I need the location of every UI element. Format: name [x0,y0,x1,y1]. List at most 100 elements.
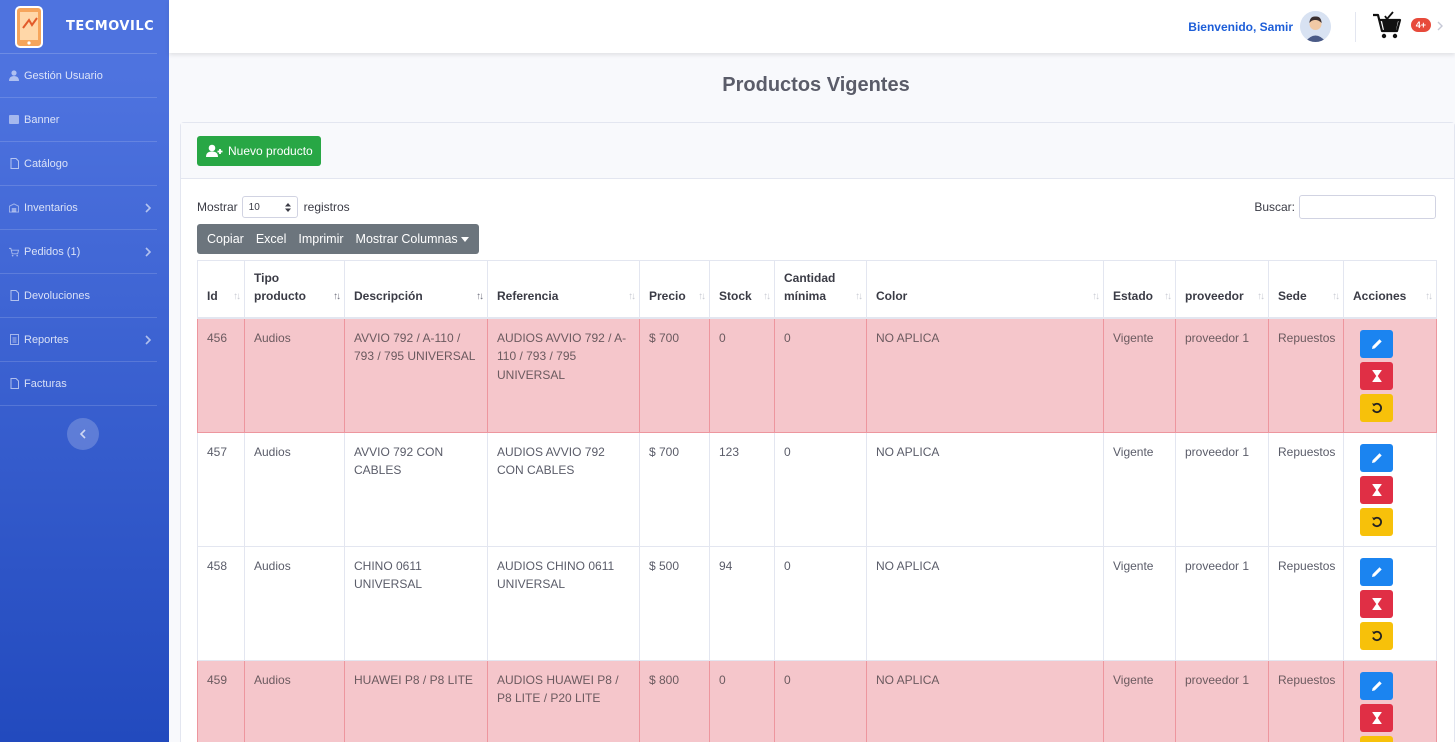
column-header-label: Descripción [354,288,423,303]
deactivate-button[interactable] [1360,361,1393,390]
table-cell: Vigente [1103,431,1176,547]
actions-cell [1343,545,1437,661]
sort-icon: ↑↓ [1332,290,1340,302]
deactivate-button[interactable] [1360,475,1393,504]
sort-icon: ↑↓ [855,290,863,302]
report-icon [9,334,19,345]
column-header-label: Stock [719,288,752,303]
restore-button[interactable] [1360,507,1393,536]
column-header[interactable]: Descripción ↑↓ [344,260,488,319]
cart-icon[interactable] [1371,10,1403,42]
column-header[interactable]: proveedor ↑↓ [1175,260,1269,319]
table-cell: 458 [197,545,245,661]
sidebar-item-devoluciones[interactable]: Devoluciones [0,274,157,318]
page-length-select[interactable]: 10 [241,196,298,218]
restore-button[interactable] [1360,735,1393,742]
table-cell: 0 [709,317,775,433]
show-columns-label: Mostrar Columnas [355,232,458,246]
sidebar-item-catálogo[interactable]: Catálogo [0,142,157,186]
table-cell: 123 [709,431,775,547]
column-header-label: mínima [784,288,827,303]
sort-icon: ↑↓ [1425,290,1433,302]
undo-icon [1371,402,1383,414]
column-header[interactable]: Id ↑↓ [197,260,245,319]
print-button[interactable]: Imprimir [292,232,349,246]
column-header[interactable]: Cantidad mínima ↑↓ [774,260,867,319]
copy-button[interactable]: Copiar [201,232,250,246]
brand-logo-icon [14,5,46,48]
sort-icon: ↑↓ [698,290,706,302]
undo-icon [1371,516,1383,528]
table-header-row: Id ↑↓ Tipo producto ↑↓ Descripción ↑↓ Referenci… [197,260,1437,319]
table-cell: 457 [197,431,245,547]
records-label: registros [303,200,350,214]
topbar-divider [1355,12,1356,42]
deactivate-button[interactable] [1360,589,1393,618]
products-table: Id ↑↓ Tipo producto ↑↓ Descripción ↑↓ Referenci… [197,260,1437,742]
sidebar-item-reportes[interactable]: Reportes [0,318,157,362]
column-header[interactable]: Acciones ↑↓ [1343,260,1437,319]
column-header-label-top: Tipo [254,270,280,285]
table-cell: 0 [774,545,867,661]
brand[interactable]: TECMOVILC [0,0,157,54]
table-cell: 459 [197,659,245,742]
excel-button[interactable]: Excel [250,232,293,246]
column-header[interactable]: Referencia ↑↓ [487,260,640,319]
warehouse-icon [9,202,19,213]
deactivate-button[interactable] [1360,703,1393,732]
column-header[interactable]: Sede ↑↓ [1268,260,1344,319]
sort-icon: ↑↓ [628,290,636,302]
welcome-text[interactable]: Bienvenido, Samir [1188,20,1293,34]
edit-button[interactable] [1360,671,1393,700]
column-header-label: Color [876,288,908,303]
table-row: 458 Audios CHINO 0611 UNIVERSAL AUDIOS CHIN… [197,545,1437,661]
column-header[interactable]: Color ↑↓ [866,260,1104,319]
cart-count-badge: 4+ [1410,18,1431,32]
hourglass-icon [1371,597,1382,610]
chevron-right-icon [143,334,153,345]
search-input[interactable] [1299,195,1436,219]
new-product-button[interactable]: Nuevo producto [197,136,321,166]
new-product-label: Nuevo producto [228,144,313,158]
sidebar-item-label: Inventarios [24,201,78,214]
sidebar-item-pedidos-1[interactable]: Pedidos (1) [0,230,157,274]
column-header-label: Precio [649,288,686,303]
user-avatar[interactable] [1300,11,1331,42]
topbar: Bienvenido, Samir 4+ [169,0,1455,53]
chevron-right-icon[interactable] [1436,20,1444,32]
file-icon [9,158,19,169]
table-cell: $ 800 [639,659,710,742]
table-cell: proveedor 1 [1175,545,1269,661]
column-header[interactable]: Stock ↑↓ [709,260,775,319]
show-columns-button[interactable]: Mostrar Columnas [350,232,475,246]
banner-icon [9,114,19,125]
table-cell: $ 700 [639,431,710,547]
sidebar-item-banner[interactable]: Banner [0,98,157,142]
table-cell: AUDIOS AVVIO 792 / A-110 / 793 / 795 UNI… [487,317,640,433]
sidebar-item-label: Facturas [24,377,67,390]
sidebar-item-facturas[interactable]: Facturas [0,362,157,406]
column-header-label: proveedor [1185,288,1244,303]
pencil-icon [1371,566,1383,578]
table-cell: 456 [197,317,245,433]
select-arrows-icon [284,202,291,212]
actions-cell [1343,659,1437,742]
file-icon [9,290,19,301]
user-plus-icon [206,144,223,157]
column-header[interactable]: Tipo producto ↑↓ [244,260,345,319]
chevron-right-icon [143,202,153,213]
table-cell: Audios [244,431,345,547]
sidebar-toggle-button[interactable] [67,418,99,450]
sidebar-item-inventarios[interactable]: Inventarios [0,186,157,230]
sidebar-item-gestión-usuario[interactable]: Gestión Usuario [0,54,157,98]
column-header[interactable]: Precio ↑↓ [639,260,710,319]
table-cell: 0 [774,431,867,547]
sort-icon: ↑↓ [233,290,241,302]
edit-button[interactable] [1360,443,1393,472]
column-header[interactable]: Estado ↑↓ [1103,260,1176,319]
edit-button[interactable] [1360,329,1393,358]
table-cell: Repuestos [1268,431,1344,547]
restore-button[interactable] [1360,621,1393,650]
restore-button[interactable] [1360,393,1393,422]
edit-button[interactable] [1360,557,1393,586]
